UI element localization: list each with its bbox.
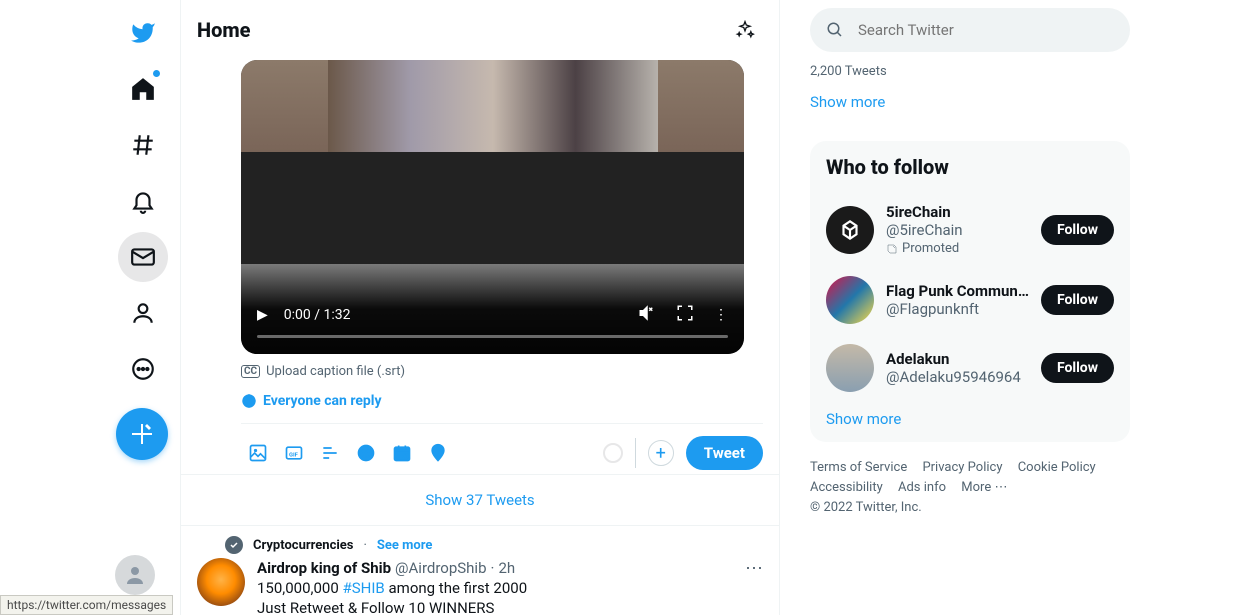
search-icon	[826, 21, 844, 39]
follow-name: Flag Punk Community…	[886, 282, 1029, 300]
follow-avatar[interactable]	[826, 276, 874, 324]
footer-link[interactable]: Accessibility	[810, 480, 883, 495]
notifications-icon[interactable]	[118, 176, 168, 226]
left-nav	[0, 0, 180, 615]
upload-caption-button[interactable]: CC Upload caption file (.srt)	[241, 364, 763, 379]
follow-avatar[interactable]	[826, 344, 874, 392]
tweet-text: 150,000,000 #SHIB among the first 2000 J…	[257, 578, 763, 615]
home-icon[interactable]	[118, 64, 168, 114]
twitter-logo-icon[interactable]	[118, 8, 168, 58]
messages-icon[interactable]	[118, 232, 168, 282]
compose-area: ▶ 0:00 / 1:32 ⋮ CC Upload caption file (…	[181, 60, 779, 474]
gif-icon[interactable]: GIF	[277, 436, 311, 470]
account-switcher[interactable]	[115, 555, 155, 595]
follow-suggestion[interactable]: 5ireChain @5ireChain Promoted Follow	[826, 193, 1114, 266]
mute-icon[interactable]	[638, 304, 656, 326]
follow-button[interactable]: Follow	[1041, 215, 1114, 245]
compose-tweet-button[interactable]	[116, 408, 168, 460]
character-count-circle	[603, 443, 623, 463]
follow-button[interactable]: Follow	[1041, 285, 1114, 315]
search-input[interactable]	[858, 21, 1114, 39]
video-attachment[interactable]: ▶ 0:00 / 1:32 ⋮	[241, 60, 744, 354]
video-thumbnail	[328, 60, 658, 152]
follow-button[interactable]: Follow	[1041, 353, 1114, 383]
location-icon[interactable]	[421, 436, 455, 470]
cc-icon: CC	[241, 365, 260, 378]
topic-icon	[225, 536, 243, 554]
top-tweets-toggle[interactable]	[727, 12, 763, 48]
follow-suggestion[interactable]: Adelakun @Adelaku95946964 Follow	[826, 334, 1114, 402]
hashtag-link[interactable]: #SHIB	[343, 579, 385, 597]
footer-link[interactable]: Cookie Policy	[1018, 460, 1096, 475]
who-to-follow-title: Who to follow	[826, 155, 1114, 179]
topic-label[interactable]: Cryptocurrencies	[253, 538, 353, 553]
home-notification-dot	[153, 70, 160, 77]
feed-item[interactable]: Cryptocurrencies · See more Airdrop king…	[181, 526, 779, 615]
footer: Terms of Service Privacy Policy Cookie P…	[810, 458, 1130, 518]
fullscreen-icon[interactable]	[676, 304, 694, 326]
video-controls: ▶ 0:00 / 1:32 ⋮	[257, 304, 728, 326]
show-new-tweets-button[interactable]: Show 37 Tweets	[181, 474, 779, 526]
browser-status-bar: https://twitter.com/messages	[0, 595, 173, 615]
tweet-author-name[interactable]: Airdrop king of Shib	[257, 558, 391, 578]
follow-name: Adelakun	[886, 350, 1029, 368]
svg-text:GIF: GIF	[289, 452, 299, 458]
follow-avatar[interactable]	[826, 206, 874, 254]
follow-handle: @Flagpunknft	[886, 300, 1029, 318]
main-column: Home ▶ 0:00 / 1:32 ⋮	[180, 0, 780, 615]
tweet-author-handle[interactable]: @AirdropShib	[395, 558, 486, 578]
tweet-author-avatar[interactable]	[197, 558, 245, 606]
search-box[interactable]	[810, 8, 1130, 52]
schedule-icon[interactable]	[385, 436, 419, 470]
media-icon[interactable]	[241, 436, 275, 470]
follow-name: 5ireChain	[886, 203, 1029, 221]
tweet-time[interactable]: 2h	[498, 558, 515, 578]
add-thread-button[interactable]: +	[648, 440, 674, 466]
follow-handle: @Adelaku95946964	[886, 368, 1029, 386]
poll-icon[interactable]	[313, 436, 347, 470]
follow-show-more[interactable]: Show more	[826, 410, 1114, 428]
footer-copyright: © 2022 Twitter, Inc.	[810, 500, 922, 515]
footer-link[interactable]: Privacy Policy	[922, 460, 1002, 475]
promoted-label: Promoted	[886, 241, 1029, 256]
trend-remnant: 2,200 Tweets Show more	[810, 64, 1130, 141]
who-to-follow-card: Who to follow 5ireChain @5ireChain Promo…	[810, 141, 1130, 442]
reply-setting-button[interactable]: Everyone can reply	[241, 393, 763, 409]
emoji-icon[interactable]	[349, 436, 383, 470]
video-progress-bar[interactable]	[257, 335, 728, 338]
play-icon[interactable]: ▶	[257, 307, 268, 323]
trends-show-more[interactable]: Show more	[810, 93, 1114, 111]
topic-row: Cryptocurrencies · See more	[225, 536, 763, 554]
profile-icon[interactable]	[118, 288, 168, 338]
topic-see-more[interactable]: See more	[377, 538, 433, 553]
compose-toolbar: GIF + Tweet	[241, 423, 763, 470]
video-time: 0:00 / 1:32	[284, 307, 618, 323]
footer-more[interactable]: More ⋯	[961, 480, 1008, 495]
footer-link[interactable]: Ads info	[898, 480, 946, 495]
right-column: 2,200 Tweets Show more Who to follow 5ir…	[780, 0, 1160, 615]
tweet-submit-button[interactable]: Tweet	[686, 436, 763, 470]
follow-handle: @5ireChain	[886, 221, 1029, 239]
tweet-more-button[interactable]: ⋯	[745, 558, 763, 579]
footer-link[interactable]: Terms of Service	[810, 460, 907, 475]
video-more-icon[interactable]: ⋮	[714, 307, 728, 323]
main-header: Home	[181, 0, 779, 60]
follow-suggestion[interactable]: Flag Punk Community… @Flagpunknft Follow	[826, 266, 1114, 334]
more-icon[interactable]	[118, 344, 168, 394]
explore-icon[interactable]	[118, 120, 168, 170]
page-title: Home	[197, 18, 251, 42]
